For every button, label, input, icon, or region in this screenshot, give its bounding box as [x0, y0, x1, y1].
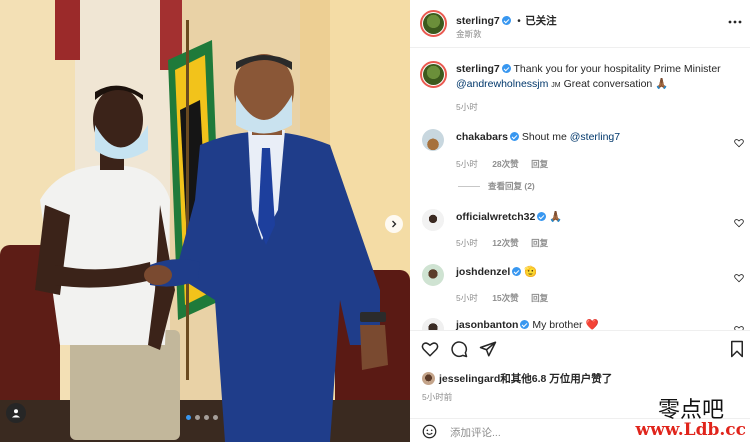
comment-text: My brother	[532, 319, 583, 331]
comment-meta: 5小时 28次赞 回复	[456, 154, 548, 172]
commenter-avatar[interactable]	[422, 209, 444, 231]
comment-item: joshdenzel 🫡 5小时 15次赞 回复	[410, 261, 750, 311]
likes-summary[interactable]: jesselingard和其他6.8 万位用户赞了	[422, 371, 612, 386]
comment-meta: 5小时 12次赞 回复	[456, 233, 548, 251]
commenter-avatar[interactable]	[422, 264, 444, 286]
comment-time: 5小时	[456, 293, 478, 303]
carousel-indicator	[186, 415, 218, 420]
comment-mention-link[interactable]: @sterling7	[570, 131, 620, 143]
post-photo[interactable]	[0, 0, 410, 442]
heart-icon[interactable]	[734, 218, 744, 228]
more-horizontal-icon[interactable]	[728, 19, 742, 25]
comment-meta: 5小时 15次赞 回复	[456, 288, 548, 306]
share-icon[interactable]	[479, 340, 497, 358]
verified-badge-icon	[537, 212, 547, 221]
likes-summary-text: jesselingard和其他6.8 万位用户赞了	[439, 373, 613, 385]
flag-label: JM	[551, 82, 561, 89]
comment-username[interactable]: chakabars	[456, 131, 508, 143]
heart-icon[interactable]	[734, 273, 744, 283]
comment-likes-count[interactable]: 12次赞	[492, 238, 518, 248]
caption-text-block: sterling7 Thank you for your hospitality…	[456, 62, 741, 93]
comment-username[interactable]: officialwretch32	[456, 211, 535, 223]
tagged-users-button[interactable]	[6, 403, 26, 423]
next-image-button[interactable]	[385, 215, 403, 233]
comment-time: 5小时	[456, 159, 478, 169]
comment-text-block: chakabars Shout me @sterling7	[456, 130, 620, 145]
comment-icon[interactable]	[450, 340, 468, 358]
post-timestamp: 5小时前	[422, 392, 453, 402]
caption-emoji: 🙏🏾	[655, 78, 669, 90]
view-replies-button[interactable]: 查看回复 (2)	[458, 180, 535, 192]
verified-badge-icon	[501, 64, 511, 73]
replies-divider	[458, 185, 480, 187]
comment-text: 🙏🏾	[549, 211, 563, 223]
bookmark-icon[interactable]	[728, 340, 746, 358]
following-button[interactable]: 已关注	[525, 15, 557, 27]
liker-avatar	[422, 372, 435, 385]
carousel-dot	[195, 415, 200, 420]
comment-text-block: joshdenzel 🫡	[456, 265, 537, 280]
heart-icon[interactable]	[734, 138, 744, 148]
comment-text-block: jasonbanton My brother ❤️	[456, 318, 599, 331]
comment-time: 5小时	[456, 238, 478, 248]
caption: sterling7 Thank you for your hospitality…	[410, 58, 750, 118]
comment-reply-button[interactable]: 回复	[531, 293, 548, 303]
caption-username[interactable]: sterling7	[456, 63, 500, 75]
carousel-dot	[213, 415, 218, 420]
caption-mention-link[interactable]: @andrewholnessjm	[456, 78, 548, 90]
verified-badge-icon	[520, 320, 530, 329]
watermark-url: www.Ldb.cc	[635, 420, 746, 440]
user-icon	[12, 409, 20, 418]
author-username[interactable]: sterling7	[456, 15, 500, 27]
post-side-panel: sterling7 • 已关注 金斯敦 sterling7 Thank you …	[410, 0, 750, 442]
like-heart-icon[interactable]	[421, 340, 439, 358]
caption-text: Thank you for your hospitality Prime Min…	[513, 63, 721, 75]
comment-text: 🫡	[524, 266, 538, 278]
comment-reply-button[interactable]: 回复	[531, 238, 548, 248]
author-line: sterling7 • 已关注	[456, 15, 557, 27]
comment-likes-count[interactable]: 28次赞	[492, 159, 518, 169]
chevron-right-icon	[392, 220, 397, 228]
comment-item: chakabars Shout me @sterling7 5小时 28次赞 回…	[410, 126, 750, 196]
author-avatar[interactable]	[420, 10, 447, 37]
comment-item: jasonbanton My brother ❤️	[410, 316, 750, 331]
caption-avatar[interactable]	[420, 61, 447, 88]
view-replies-label: 查看回复 (2)	[488, 181, 535, 191]
caption-text-2: Great conversation	[563, 78, 653, 90]
comment-username[interactable]: jasonbanton	[456, 319, 518, 330]
comment-text: Shout me	[521, 131, 567, 143]
verified-badge-icon	[509, 132, 519, 141]
comment-emoji: ❤️	[585, 319, 599, 331]
carousel-dot	[204, 415, 209, 420]
comment-item: officialwretch32 🙏🏾 5小时 12次赞 回复	[410, 206, 750, 256]
action-bar	[410, 331, 750, 367]
commenter-avatar[interactable]	[422, 318, 444, 330]
comment-reply-button[interactable]: 回复	[531, 159, 548, 169]
verified-badge-icon	[512, 267, 522, 276]
comment-likes-count[interactable]: 15次赞	[492, 293, 518, 303]
comment-text-block: officialwretch32 🙏🏾	[456, 210, 562, 225]
emoji-icon[interactable]	[422, 424, 437, 439]
carousel-dot	[186, 415, 191, 420]
commenter-avatar[interactable]	[422, 129, 444, 151]
caption-time: 5小时	[456, 102, 478, 112]
comment-username[interactable]: joshdenzel	[456, 266, 510, 278]
post-location[interactable]: 金斯敦	[456, 28, 482, 40]
post-header: sterling7 • 已关注 金斯敦	[410, 0, 750, 48]
comments-list[interactable]: sterling7 Thank you for your hospitality…	[410, 48, 750, 331]
add-comment-input[interactable]: 添加评论...	[450, 425, 501, 440]
verified-badge-icon	[501, 16, 511, 25]
photo-scene	[0, 0, 410, 442]
